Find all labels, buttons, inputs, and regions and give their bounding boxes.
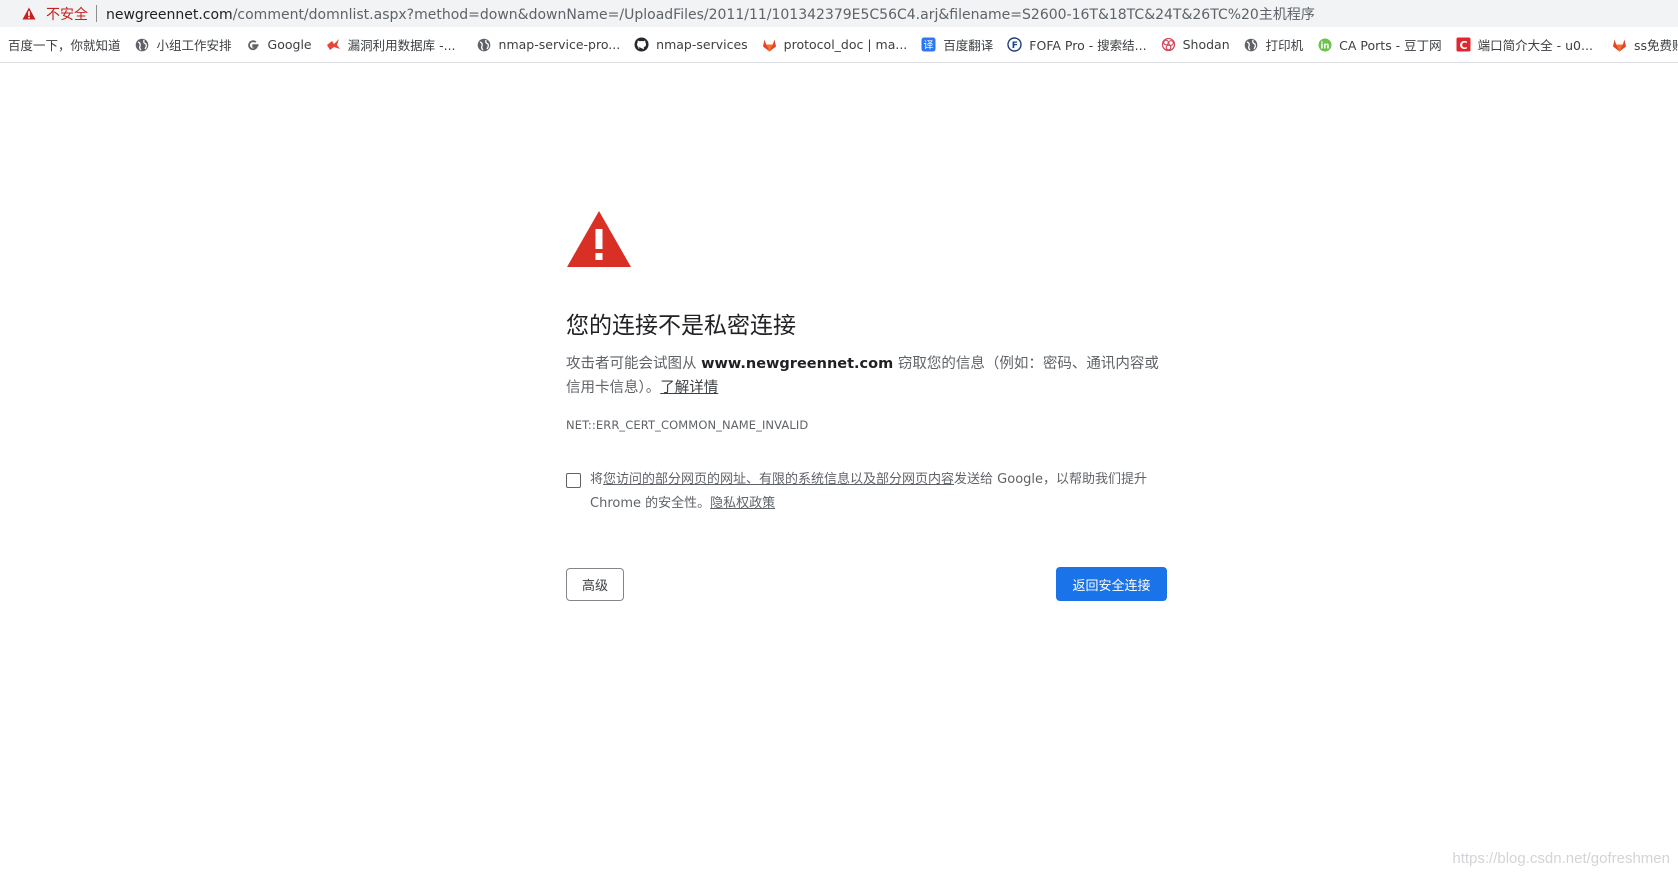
baidu-translate-icon: 译	[921, 37, 936, 52]
bookmark-label: 百度翻译	[943, 38, 994, 53]
bookmark-label: 漏洞利用数据库 -...	[347, 38, 456, 53]
bookmark-team-schedule[interactable]: 小组工作安排	[128, 31, 239, 59]
optin-details-link[interactable]: 您访问的部分网页的网址、有限的系统信息以及部分网页内容	[603, 472, 954, 487]
optin-text: 将您访问的部分网页的网址、有限的系统信息以及部分网页内容发送给 Google，以…	[590, 468, 1170, 516]
bookmark-shodan[interactable]: Shodan	[1154, 31, 1237, 59]
gitlab-icon	[762, 37, 777, 52]
globe-icon	[1244, 37, 1259, 52]
bookmark-label: protocol_doc | ma...	[783, 37, 908, 52]
url-host: newgreennet.com	[106, 6, 233, 23]
globe-icon	[135, 37, 150, 52]
bookmark-ss-free[interactable]: ss免费账-	[1600, 31, 1678, 59]
bookmark-google[interactable]: Google	[239, 31, 319, 59]
address-bar[interactable]: 不安全 newgreennet.com/comment/domnlist.asp…	[0, 0, 1678, 27]
svg-text:译: 译	[924, 40, 934, 52]
not-secure-warning-icon[interactable]	[22, 6, 40, 22]
url-text[interactable]: newgreennet.com/comment/domnlist.aspx?me…	[106, 4, 1315, 24]
bookmark-label: FOFA Pro - 搜索结...	[1029, 38, 1147, 53]
advanced-button[interactable]: 高级	[566, 568, 624, 601]
bookmark-nmap-services[interactable]: nmap-services	[627, 31, 755, 59]
danger-triangle-icon	[566, 210, 632, 272]
csdn-icon: C	[1456, 37, 1471, 52]
bookmark-protocol-doc[interactable]: protocol_doc | ma...	[755, 31, 915, 59]
page-title: 您的连接不是私密连接	[566, 313, 796, 339]
gitlab-icon	[1612, 37, 1627, 52]
svg-text:C: C	[1459, 39, 1467, 52]
docin-icon: in	[1317, 37, 1332, 52]
bookmark-baidu-translate[interactable]: 译 百度翻译	[914, 31, 1000, 59]
globe-icon	[477, 37, 492, 52]
svg-text:F: F	[1012, 41, 1018, 51]
optin-checkbox[interactable]	[566, 473, 581, 488]
bookmark-label: 百度一下，你就知道	[8, 38, 121, 53]
address-divider	[96, 5, 97, 22]
watermark: https://blog.csdn.net/gofreshmen	[1452, 850, 1670, 867]
bookmark-baidu[interactable]: 百度一下，你就知道	[0, 31, 128, 59]
bookmarks-bar: 百度一下，你就知道 小组工作安排 Google 漏洞利用数据库 -... nma…	[0, 27, 1678, 63]
optin-prefix: 将	[590, 472, 604, 487]
github-icon	[634, 37, 649, 52]
bookmark-label: CA Ports - 豆丁网	[1339, 38, 1442, 53]
bookmark-label: nmap-service-pro...	[498, 37, 621, 52]
fofa-icon: F	[1007, 37, 1022, 52]
google-icon	[246, 37, 261, 52]
bookmark-nmap-service-probes[interactable]: nmap-service-pro...	[463, 31, 628, 59]
bookmark-label: nmap-services	[656, 37, 748, 52]
bookmark-label: 小组工作安排	[156, 38, 232, 53]
warning-description: 攻击者可能会试图从 www.newgreennet.com 窃取您的信息（例如：…	[566, 352, 1166, 400]
bookmark-ca-ports[interactable]: in CA Ports - 豆丁网	[1310, 31, 1449, 59]
bookmark-label: 打印机	[1265, 38, 1304, 53]
not-secure-label[interactable]: 不安全	[46, 4, 88, 24]
learn-more-link[interactable]: 了解详情	[660, 380, 718, 396]
bookmark-label: Shodan	[1182, 37, 1230, 52]
privacy-policy-link[interactable]: 隐私权政策	[710, 496, 775, 511]
bookmark-label: 端口简介大全 - u0...	[1477, 38, 1593, 53]
desc-prefix: 攻击者可能会试图从	[566, 356, 702, 372]
back-to-safety-button[interactable]: 返回安全连接	[1056, 567, 1167, 601]
desc-host: www.newgreennet.com	[701, 356, 894, 372]
shodan-icon	[1161, 37, 1176, 52]
bookmark-fofa[interactable]: F FOFA Pro - 搜索结...	[1000, 31, 1153, 59]
bookmark-port-guide[interactable]: C 端口简介大全 - u0...	[1449, 31, 1600, 59]
svg-text:in: in	[1320, 41, 1329, 51]
exploitdb-icon	[326, 37, 341, 52]
bookmark-printer[interactable]: 打印机	[1237, 31, 1311, 59]
error-code: NET::ERR_CERT_COMMON_NAME_INVALID	[566, 418, 809, 432]
bookmark-exploit-db[interactable]: 漏洞利用数据库 -...	[319, 31, 463, 59]
bookmark-label: Google	[267, 37, 312, 52]
bookmark-label: ss免费账-	[1633, 38, 1678, 53]
url-path: /comment/domnlist.aspx?method=down&downN…	[232, 6, 1315, 23]
